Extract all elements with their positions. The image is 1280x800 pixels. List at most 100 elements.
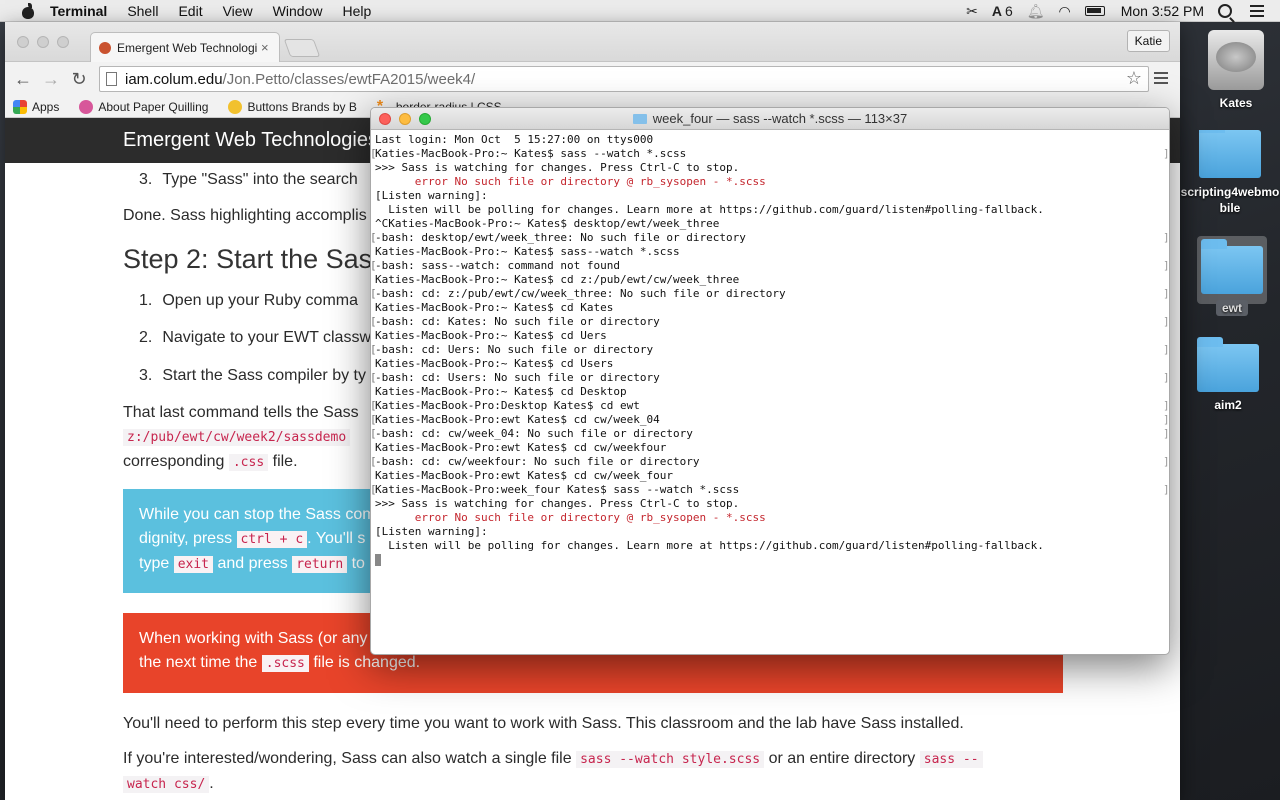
back-arrow-icon[interactable]: ← (11, 67, 35, 91)
terminal-line: Listen will be polling for changes. Lear… (375, 539, 1044, 552)
perform-paragraph: You'll need to perform this step every t… (123, 715, 964, 732)
terminal-line: Katies-MacBook-Pro:ewt Kates$ cd cw/week… (375, 469, 674, 482)
scissors-icon[interactable]: ✂ (966, 0, 978, 22)
terminal-line: >>> Sass is watching for changes. Press … (375, 161, 740, 174)
minimize-window-button[interactable] (37, 36, 49, 48)
scss-code: .scss (261, 655, 309, 672)
apps-grid-icon (13, 99, 27, 114)
reload-icon[interactable]: ↻ (67, 67, 91, 91)
terminal-line: Katies-MacBook-Pro:~ Kates$ cd Users (375, 357, 614, 370)
close-window-button[interactable] (379, 113, 391, 125)
new-tab-button[interactable] (283, 39, 321, 57)
tab-close-icon[interactable]: × (261, 40, 269, 55)
spotlight-search-icon[interactable] (1218, 4, 1232, 18)
menu-view[interactable]: View (223, 3, 253, 19)
bookmark-paper-quilling[interactable]: About Paper Quilling (79, 99, 208, 114)
terminal-line: Katies-MacBook-Pro:week_four Kates$ sass… (371, 483, 1169, 497)
css-code: .css (228, 454, 269, 471)
terminal-line: [Listen warning]: (375, 189, 488, 202)
folder-icon (1197, 337, 1259, 392)
page-icon (106, 72, 117, 86)
menu-edit[interactable]: Edit (178, 3, 202, 19)
browser-tab[interactable]: Emergent Web Technologie × (90, 32, 280, 62)
browser-tab-strip: Emergent Web Technologie × Katie (5, 22, 1180, 62)
smiley-icon (228, 99, 243, 114)
terminal-line: -bash: cd: Kates: No such file or direct… (371, 315, 1169, 329)
terminal-line: error No such file or directory @ rb_sys… (375, 511, 766, 524)
zoom-window-button[interactable] (57, 36, 69, 48)
minimize-window-button[interactable] (399, 113, 411, 125)
menu-bar: Terminal Shell Edit View Window Help ✂ A… (0, 0, 1280, 22)
notification-center-icon[interactable] (1250, 5, 1264, 17)
menu-app-name[interactable]: Terminal (50, 3, 107, 19)
terminal-line: -bash: cd: Users: No such file or direct… (371, 371, 1169, 385)
terminal-line: Listen will be polling for changes. Lear… (375, 203, 1044, 216)
desktop-icon-ewt[interactable]: ewt (1187, 239, 1277, 316)
zoom-window-button[interactable] (419, 113, 431, 125)
watch-dir-code-cont: watch css/ (123, 776, 210, 793)
profile-button[interactable]: Katie (1126, 30, 1170, 52)
terminal-line: >>> Sass is watching for changes. Press … (375, 497, 740, 510)
site-title[interactable]: Emergent Web Technologies (123, 129, 378, 152)
list-number: 3. (139, 171, 153, 188)
close-window-button[interactable] (17, 36, 29, 48)
menu-window[interactable]: Window (273, 3, 323, 19)
folder-icon (632, 113, 647, 124)
terminal-line: -bash: cd: cw/weekfour: No such file or … (371, 455, 1169, 469)
desktop-icon-aim2[interactable]: aim2 (1183, 337, 1273, 412)
forward-arrow-icon[interactable]: → (39, 67, 63, 91)
watch-dir-code: sass -- (919, 751, 983, 768)
exit-code: exit (173, 556, 214, 573)
apple-menu-icon[interactable] (20, 2, 36, 19)
wifi-icon[interactable]: ◠ (1059, 0, 1071, 22)
terminal-line: Last login: Mon Oct 5 15:27:00 on ttys00… (375, 133, 654, 146)
chrome-menu-icon[interactable] (1154, 72, 1168, 84)
desktop-icon-kates[interactable]: Kates (1191, 30, 1280, 110)
battery-icon[interactable] (1084, 0, 1105, 22)
folder-icon (1201, 239, 1263, 294)
terminal-line: -bash: cd: Uers: No such file or directo… (371, 343, 1169, 357)
terminal-output[interactable]: Last login: Mon Oct 5 15:27:00 on ttys00… (371, 130, 1169, 567)
return-code: return (292, 556, 348, 573)
terminal-line: Katies-MacBook-Pro:ewt Kates$ cd cw/week… (375, 441, 667, 454)
interested-paragraph: If you're interested/wondering, Sass can… (123, 747, 1063, 797)
terminal-line: [Listen warning]: (375, 525, 488, 538)
adobe-icon[interactable]: A (992, 0, 1002, 22)
menu-shell[interactable]: Shell (127, 3, 158, 19)
terminal-window[interactable]: week_four — sass --watch *.scss — 113×37… (370, 107, 1170, 655)
ctrl-c-code: ctrl + c (236, 531, 308, 548)
bell-icon[interactable]: 🔔︎ (1027, 0, 1045, 22)
address-bar[interactable]: iam.colum.edu/Jon.Petto/classes/ewtFA201… (99, 66, 1149, 92)
browser-toolbar: ← → ↻ iam.colum.edu/Jon.Petto/classes/ew… (5, 62, 1180, 96)
bookmark-apps[interactable]: Apps (13, 99, 59, 114)
bookmark-star-icon[interactable]: ☆ (1126, 68, 1142, 89)
terminal-line: -bash: cd: cw/week_04: No such file or d… (371, 427, 1169, 441)
hard-drive-icon (1208, 30, 1264, 90)
terminal-title-bar[interactable]: week_four — sass --watch *.scss — 113×37 (371, 108, 1169, 130)
flower-icon (79, 99, 94, 114)
menu-clock[interactable]: Mon 3:52 PM (1121, 3, 1204, 19)
terminal-line: -bash: cd: z:/pub/ewt/cw/week_three: No … (371, 287, 1169, 301)
terminal-cursor (375, 554, 381, 566)
path-code: z:/pub/ewt/cw/week2/sassdemo (123, 429, 351, 446)
desktop-icon-scripting[interactable]: scripting4webmobile (1180, 130, 1280, 216)
terminal-line: ^CKaties-MacBook-Pro:~ Kates$ desktop/ew… (375, 217, 720, 230)
terminal-line: Katies-MacBook-Pro:~ Kates$ cd Kates (375, 301, 614, 314)
terminal-line: -bash: sass--watch: command not found (371, 259, 1169, 273)
terminal-title: week_four — sass --watch *.scss — 113×37 (652, 111, 908, 126)
terminal-line: Katies-MacBook-Pro:Desktop Kates$ cd ewt (371, 399, 1169, 413)
terminal-line: -bash: desktop/ewt/week_three: No such f… (371, 231, 1169, 245)
bookmark-buttons-brands[interactable]: Buttons Brands by B (228, 99, 357, 114)
terminal-line: Katies-MacBook-Pro:ewt Kates$ cd cw/week… (371, 413, 1169, 427)
terminal-prompt-line[interactable] (375, 553, 1169, 567)
menu-help[interactable]: Help (342, 3, 371, 19)
terminal-line: error No such file or directory @ rb_sys… (375, 175, 766, 188)
terminal-line: Katies-MacBook-Pro:~ Kates$ sass --watch… (371, 147, 1169, 161)
folder-icon (1199, 130, 1261, 178)
terminal-line: Katies-MacBook-Pro:~ Kates$ sass--watch … (375, 245, 680, 258)
terminal-line: Katies-MacBook-Pro:~ Kates$ cd Uers (375, 329, 607, 342)
adobe-badge: 6 (1004, 3, 1013, 19)
terminal-line: Katies-MacBook-Pro:~ Kates$ cd z:/pub/ew… (375, 273, 740, 286)
watch-file-code: sass --watch style.scss (576, 751, 765, 768)
terminal-line: Katies-MacBook-Pro:~ Kates$ cd Desktop (375, 385, 627, 398)
